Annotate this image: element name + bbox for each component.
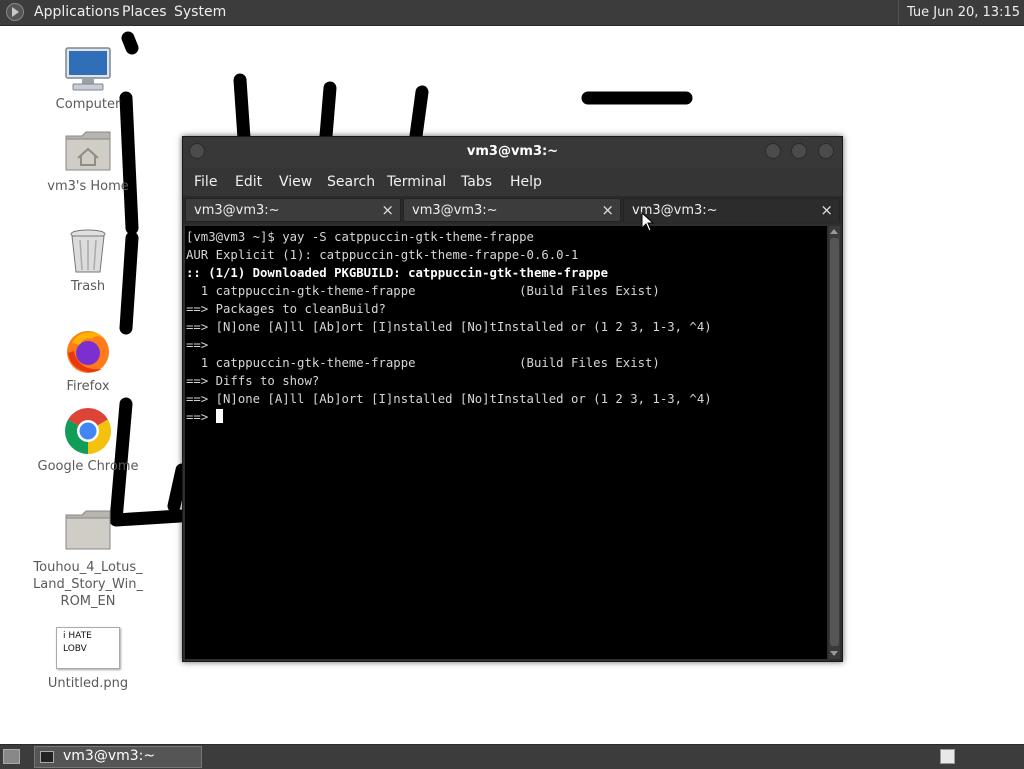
places-menu[interactable]: Places [122, 0, 167, 25]
image-thumbnail-icon: i HATE LOBV [56, 627, 120, 669]
desktop-icon-computer[interactable]: Computer [33, 46, 143, 113]
tab-3-active[interactable]: vm3@vm3:~ × [623, 198, 840, 222]
scrollbar-thumb[interactable] [830, 238, 839, 646]
distro-logo-icon[interactable] [6, 3, 24, 21]
terminal-line: :: (1/1) Downloaded PKGBUILD: catppuccin… [186, 266, 608, 280]
desktop-icon-trash[interactable]: Trash [33, 228, 143, 295]
desktop-icon-label: Untitled.png [47, 676, 129, 691]
tab-2[interactable]: vm3@vm3:~ × [403, 198, 621, 222]
tab-close-icon[interactable]: × [820, 201, 833, 219]
tab-bar: vm3@vm3:~ × vm3@vm3:~ × vm3@vm3:~ × [183, 196, 842, 224]
menu-file[interactable]: File [194, 174, 217, 190]
maximize-button[interactable] [791, 143, 807, 159]
minimize-button[interactable] [765, 143, 781, 159]
terminal-output[interactable]: [vm3@vm3 ~]$ yay -S catppuccin-gtk-theme… [185, 226, 827, 659]
menu-tabs[interactable]: Tabs [461, 174, 492, 190]
trash-icon [70, 229, 106, 273]
close-button[interactable] [818, 143, 834, 159]
menu-edit[interactable]: Edit [235, 174, 262, 190]
menu-terminal[interactable]: Terminal [387, 174, 446, 190]
terminal-line: 1 catppuccin-gtk-theme-frappe (Build Fil… [186, 356, 660, 370]
desktop-icon-label: Trash [70, 279, 106, 294]
desktop-icon-label: Google Chrome [37, 459, 139, 474]
thumbnail-text: LOBV [63, 644, 87, 654]
folder-icon [65, 510, 111, 550]
desktop-icon-label: Computer [55, 97, 121, 112]
taskbar-window-button[interactable]: vm3@vm3:~ [34, 746, 202, 768]
menu-search[interactable]: Search [327, 174, 375, 190]
terminal-line: [vm3@vm3 ~]$ yay -S catppuccin-gtk-theme… [186, 230, 534, 244]
terminal-line: ==> Packages to cleanBuild? [186, 302, 386, 316]
home-folder-icon [65, 131, 111, 171]
scroll-up-icon[interactable] [830, 229, 838, 234]
terminal-line: ==> [N]one [A]ll [Ab]ort [I]nstalled [No… [186, 392, 712, 406]
applications-menu[interactable]: Applications [34, 0, 120, 25]
taskbar-window-label: vm3@vm3:~ [63, 748, 156, 764]
window-titlebar[interactable]: vm3@vm3:~ [183, 137, 842, 168]
vertical-scrollbar[interactable] [829, 226, 840, 659]
menu-bar: File Edit View Search Terminal Tabs Help [183, 168, 842, 196]
computer-icon [65, 47, 111, 91]
desktop-icon-untitled-png[interactable]: i HATE LOBV Untitled.png [33, 627, 143, 692]
tab-close-icon[interactable]: × [601, 201, 614, 219]
workspace-switcher[interactable] [940, 749, 955, 764]
menu-help[interactable]: Help [510, 174, 542, 190]
tab-close-icon[interactable]: × [381, 201, 394, 219]
tab-label: vm3@vm3:~ [194, 203, 280, 218]
thumbnail-text: i HATE [63, 631, 92, 641]
terminal-line: 1 catppuccin-gtk-theme-frappe (Build Fil… [186, 284, 660, 298]
desktop-icon-touhou-folder[interactable]: Touhou_4_Lotus_ Land_Story_Win_ ROM_EN [33, 509, 143, 610]
desktop-icon-home[interactable]: vm3's Home [33, 128, 143, 195]
desktop-icon-label-line: ROM_EN [60, 594, 116, 609]
mouse-pointer-icon [641, 212, 655, 232]
window-title: vm3@vm3:~ [466, 144, 559, 159]
clock[interactable]: Tue Jun 20, 13:15 [897, 0, 1020, 25]
terminal-icon [40, 751, 54, 763]
firefox-icon [67, 331, 109, 373]
desktop-icon-firefox[interactable]: Firefox [33, 327, 143, 395]
terminal-line: ==> [186, 338, 216, 352]
desktop-icon-label-line: Touhou_4_Lotus_ [33, 560, 143, 575]
terminal-window[interactable]: vm3@vm3:~ File Edit View Search Terminal… [182, 136, 843, 662]
tab-label: vm3@vm3:~ [412, 203, 498, 218]
scroll-down-icon[interactable] [830, 651, 838, 656]
text-cursor [215, 409, 223, 423]
tab-1[interactable]: vm3@vm3:~ × [185, 198, 401, 222]
desktop-icon-label: vm3's Home [47, 179, 129, 194]
terminal-line: AUR Explicit (1): catppuccin-gtk-theme-f… [186, 248, 579, 262]
terminal-line: ==> Diffs to show? [186, 374, 320, 388]
show-desktop-icon[interactable] [3, 749, 20, 764]
desktop-icon-label: Firefox [66, 379, 110, 394]
top-panel: Applications Places System Tue Jun 20, 1… [0, 0, 1024, 26]
system-menu[interactable]: System [174, 0, 226, 25]
desktop-icon-chrome[interactable]: Google Chrome [33, 406, 143, 475]
chrome-icon [65, 408, 111, 454]
terminal-prompt: ==> [186, 410, 216, 424]
desktop-icon-label-line: Land_Story_Win_ [33, 577, 143, 592]
menu-view[interactable]: View [279, 174, 312, 190]
bottom-panel: vm3@vm3:~ [0, 744, 1024, 769]
terminal-line: ==> [N]one [A]ll [Ab]ort [I]nstalled [No… [186, 320, 712, 334]
